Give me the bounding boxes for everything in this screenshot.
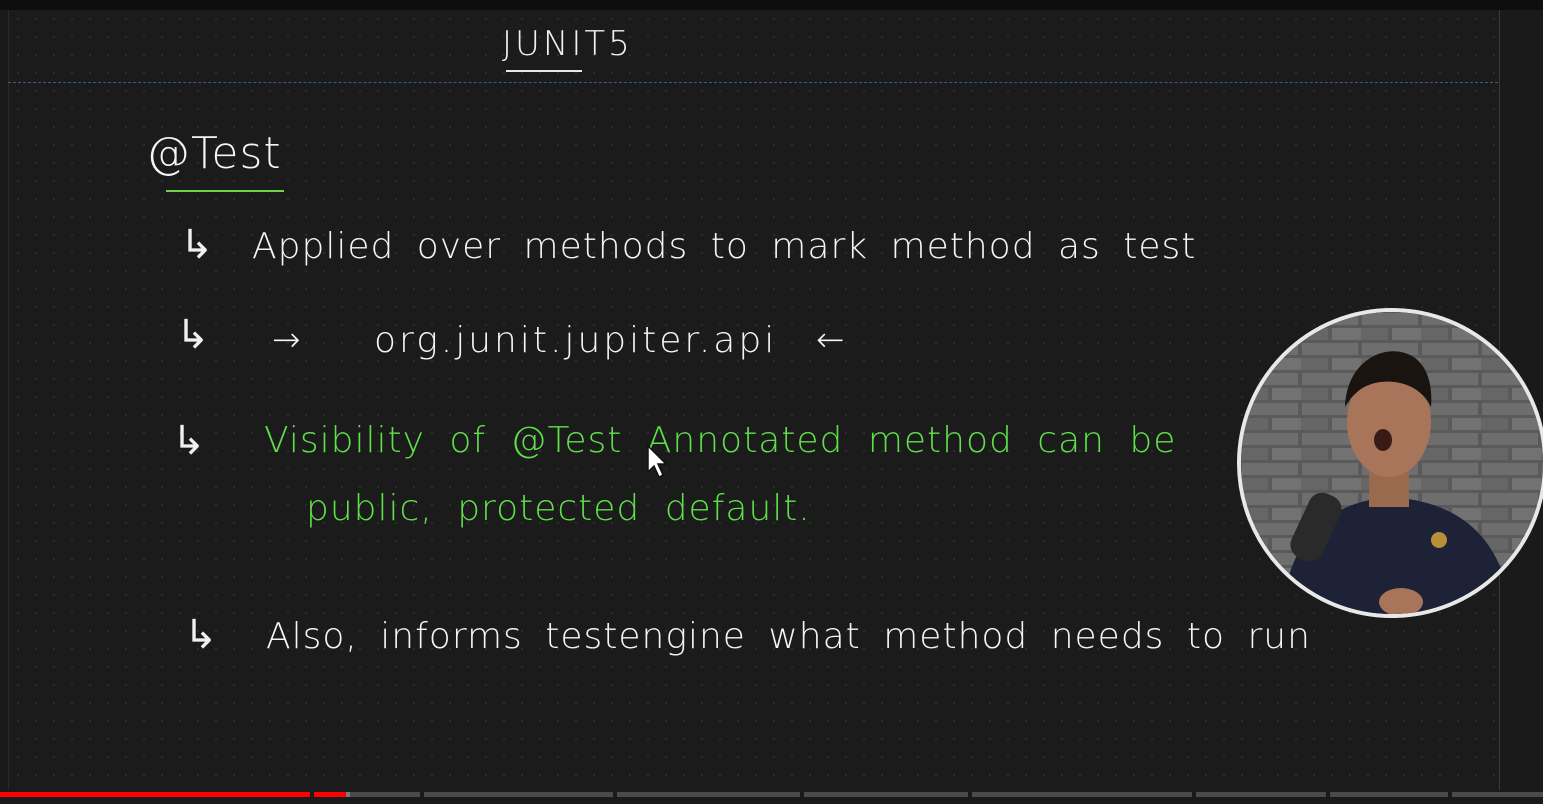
chapter-divider [1326, 792, 1330, 797]
right-arrow-icon: → [272, 320, 302, 360]
bullet-arrow-icon: ↳ [176, 312, 209, 358]
presenter-webcam [1237, 308, 1543, 618]
heading-underline [166, 190, 284, 192]
progress-played [0, 792, 346, 797]
bullet-arrow-icon: ↳ [172, 418, 205, 464]
bullet-arrow-icon: ↳ [184, 612, 217, 658]
bullet-arrow-icon: ↳ [180, 222, 213, 268]
left-arrow-icon: ← [816, 320, 846, 360]
title-underline [506, 70, 582, 72]
chapter-divider [800, 792, 804, 797]
mouse-cursor-icon [647, 444, 668, 479]
bullet-3-text-line1: Visibility of @Test Annotated method can… [264, 420, 1177, 461]
header-separator [8, 82, 1498, 83]
chapter-divider [310, 792, 314, 797]
board-title: JUNIT5 [502, 24, 633, 64]
bullet-1-text: Applied over methods to mark method as t… [252, 226, 1197, 267]
video-progress-bar[interactable] [0, 792, 1543, 797]
board-heading: @Test [146, 128, 282, 179]
chapter-divider [420, 792, 424, 797]
bullet-3-text-line2: public, protected default. [306, 488, 811, 529]
presenter-webcam-icon [1241, 312, 1543, 614]
chapter-divider [968, 792, 972, 797]
chapter-divider [1448, 792, 1452, 797]
bullet-4-text: Also, informs testengine what method nee… [266, 616, 1311, 657]
chapter-divider [613, 792, 617, 797]
top-bar [0, 0, 1543, 10]
chapter-divider [1192, 792, 1196, 797]
bullet-2-text: org.junit.jupiter.api [374, 320, 778, 361]
